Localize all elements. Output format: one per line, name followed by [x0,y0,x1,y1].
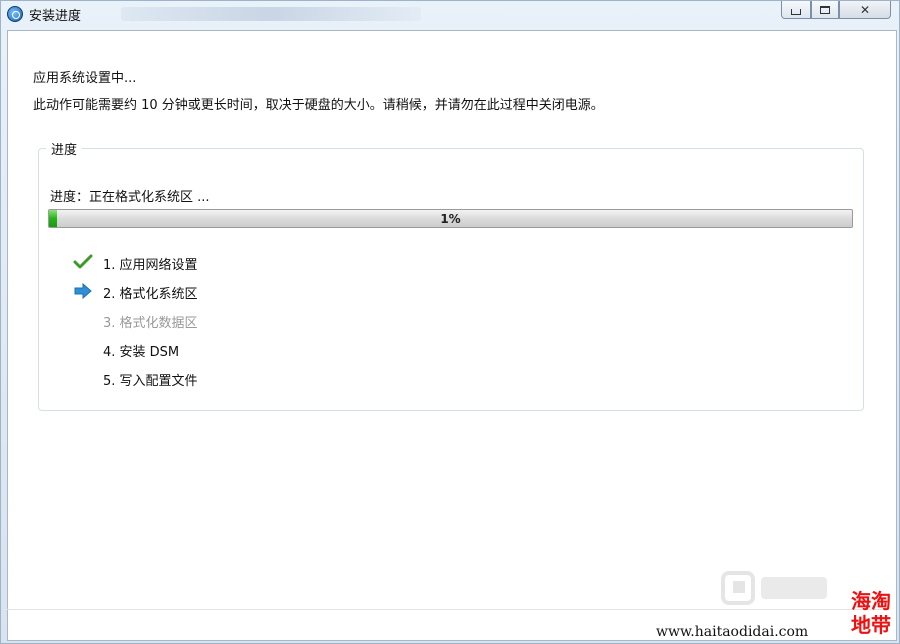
progress-label: 进度：正在格式化系统区 ... [50,190,210,205]
step-item-5: 5. 写入配置文件 [103,374,198,389]
close-button[interactable]: ✕ [839,1,891,19]
step-item-4: 4. 安装 DSM [103,345,180,360]
app-icon [7,6,23,22]
close-icon: ✕ [859,2,871,17]
info-text: 此动作可能需要约 10 分钟或更长时间，取决于硬盘的大小。请稍候，并请勿在此过程… [33,98,604,113]
status-text: 应用系统设置中... [33,71,137,86]
title-bar-blur [121,7,421,21]
minimize-icon [791,8,801,15]
progress-group-title: 进度 [46,139,83,158]
watermark-seal: 海淘地带 [851,589,891,637]
footer-separator [1,609,889,610]
watermark-logo-icon [721,571,827,605]
window-title: 安装进度 [29,9,82,24]
progress-bar: 1% [48,209,853,228]
arrow-right-icon [74,282,92,300]
maximize-button[interactable] [811,1,839,19]
progress-percent: 1% [440,211,461,226]
step-item-1: 1. 应用网络设置 [103,258,198,273]
watermark-url: www.haitaodidai.com [656,624,809,640]
maximize-icon [820,5,830,14]
check-icon [73,254,93,269]
title-bar[interactable]: 安装进度 ✕ [1,1,899,29]
step-item-2: 2. 格式化系统区 [103,287,198,302]
step-item-3: 3. 格式化数据区 [103,316,198,331]
minimize-button[interactable] [781,1,811,19]
install-progress-window: 安装进度 ✕ 应用系统设置中... 此动作可能需要约 10 分钟或更长时间，取决… [0,0,900,644]
